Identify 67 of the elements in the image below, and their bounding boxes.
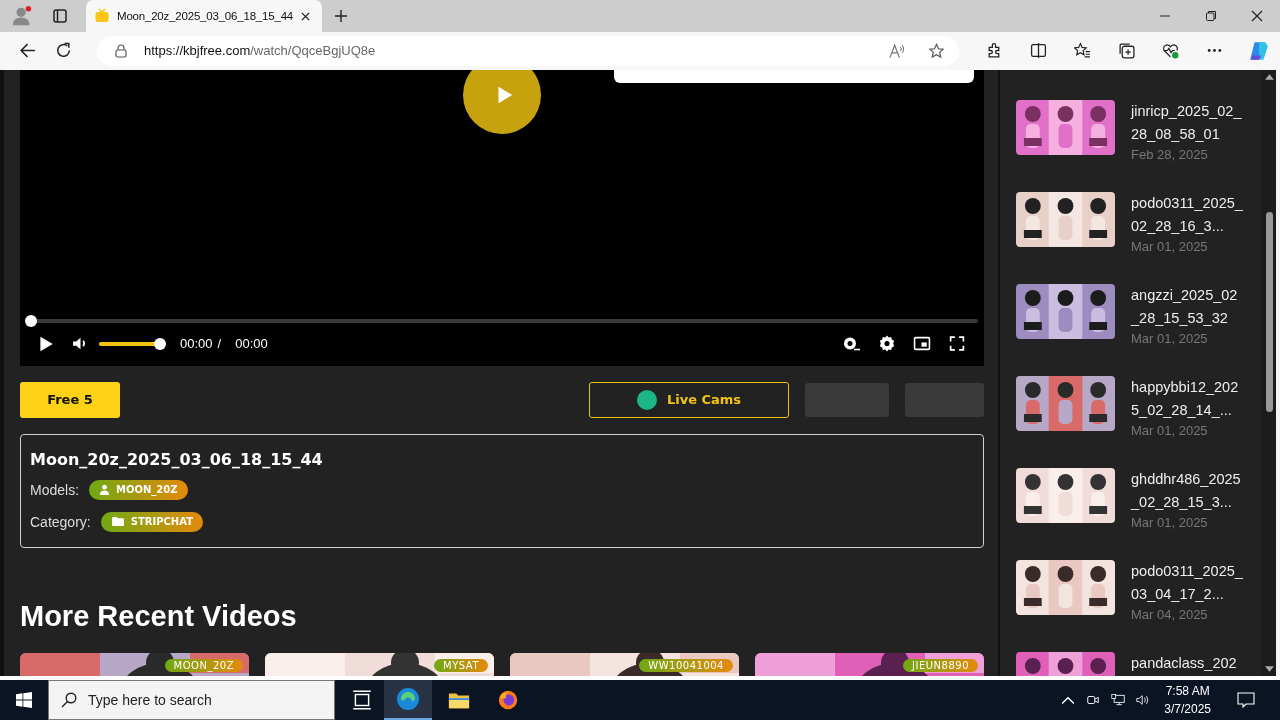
video-player[interactable]: 00:00 / 00:00 bbox=[20, 69, 984, 366]
clock-time[interactable]: 7:58 AM bbox=[1165, 682, 1210, 700]
copilot-icon[interactable] bbox=[1248, 39, 1270, 62]
video-title: Moon_20z_2025_03_06_18_15_44 bbox=[30, 449, 324, 469]
video-title-link[interactable]: jinricp_2025_02_28_08_58_01 bbox=[1131, 99, 1244, 146]
close-icon[interactable] bbox=[1251, 10, 1263, 22]
scrollbar[interactable] bbox=[1262, 69, 1280, 676]
favorites-icon[interactable] bbox=[1074, 42, 1091, 60]
picture-in-picture-icon[interactable] bbox=[913, 335, 931, 353]
split-screen-icon[interactable] bbox=[1030, 42, 1047, 60]
collections-icon[interactable] bbox=[1118, 42, 1135, 60]
video-title-link[interactable]: podo0311_2025_02_28_16_3... bbox=[1131, 191, 1244, 238]
firefox-icon[interactable] bbox=[497, 690, 519, 710]
clock-date[interactable]: 3/7/2025 bbox=[1164, 700, 1211, 718]
video-title-link[interactable]: pandaclass_202 bbox=[1131, 651, 1244, 675]
models-label: Models: bbox=[30, 481, 80, 498]
camera-icon[interactable] bbox=[1086, 693, 1101, 707]
video-title-link[interactable]: podo0311_2025_03_04_17_2... bbox=[1131, 559, 1244, 606]
read-aloud-icon[interactable] bbox=[889, 42, 906, 59]
browser-essentials-icon[interactable] bbox=[1162, 42, 1179, 60]
address-bar[interactable]: https://kbjfree.com/watch/QqceBgjUQ8e bbox=[97, 35, 959, 66]
video-date: Mar 01, 2025 bbox=[1131, 421, 1209, 440]
search-icon bbox=[61, 692, 77, 708]
user-icon bbox=[99, 484, 111, 496]
video-date: Mar 01, 2025 bbox=[1131, 237, 1209, 256]
video-date: Mar 01, 2025 bbox=[1131, 329, 1209, 348]
reload-icon[interactable] bbox=[55, 42, 72, 60]
scroll-down-icon[interactable] bbox=[1264, 666, 1274, 672]
settings-icon[interactable] bbox=[878, 335, 896, 353]
section-heading: More Recent Videos bbox=[20, 598, 298, 634]
back-icon[interactable] bbox=[19, 42, 36, 60]
live-cams-button[interactable]: Live Cams bbox=[589, 381, 789, 418]
category-label: Category: bbox=[30, 513, 91, 530]
play-icon[interactable] bbox=[37, 334, 55, 353]
taskbar-search-field[interactable]: Type here to search bbox=[48, 680, 335, 720]
video-date: Mar 01, 2025 bbox=[1131, 513, 1209, 532]
lock-icon bbox=[115, 43, 127, 58]
notifications-icon[interactable] bbox=[1237, 692, 1255, 708]
browser-tab[interactable]: Moon_20z_2025_03_06_18_15_44 bbox=[86, 0, 322, 32]
edge-icon bbox=[396, 687, 420, 711]
fullscreen-icon[interactable] bbox=[948, 335, 966, 353]
windows-start-icon[interactable] bbox=[16, 692, 32, 708]
video-title-link[interactable]: ghddhr486_2025_02_28_15_3... bbox=[1131, 467, 1244, 514]
scrollbar-thumb[interactable] bbox=[1265, 211, 1273, 412]
restore-icon[interactable] bbox=[1205, 10, 1217, 22]
close-icon[interactable] bbox=[300, 10, 312, 22]
taskbar-app[interactable] bbox=[384, 680, 432, 720]
free-button[interactable]: Free 5 bbox=[20, 381, 120, 418]
network-icon[interactable] bbox=[1111, 693, 1126, 707]
video-date: Mar 04, 2025 bbox=[1131, 605, 1209, 624]
video-date: Feb 28, 2025 bbox=[1131, 145, 1209, 164]
total-time: 00:00 bbox=[235, 336, 268, 352]
tv-icon bbox=[94, 8, 110, 24]
scroll-up-icon[interactable] bbox=[1264, 73, 1274, 80]
volume-slider[interactable] bbox=[99, 337, 166, 350]
tab-actions-icon[interactable] bbox=[52, 8, 68, 24]
play-button[interactable] bbox=[463, 69, 541, 134]
new-tab-icon[interactable] bbox=[334, 9, 348, 23]
star-icon[interactable] bbox=[928, 42, 945, 59]
profile-icon[interactable] bbox=[11, 5, 33, 27]
current-time: 00:00 bbox=[180, 336, 213, 352]
time-separator: / bbox=[217, 336, 222, 352]
volume-icon[interactable] bbox=[1136, 693, 1151, 707]
video-title-link[interactable]: happybbi12_2025_02_28_14_... bbox=[1131, 375, 1244, 422]
folder-icon bbox=[110, 516, 125, 528]
video-title-link[interactable]: angzzi_2025_02_28_15_53_32 bbox=[1131, 283, 1244, 330]
task-view-icon[interactable] bbox=[351, 690, 373, 710]
